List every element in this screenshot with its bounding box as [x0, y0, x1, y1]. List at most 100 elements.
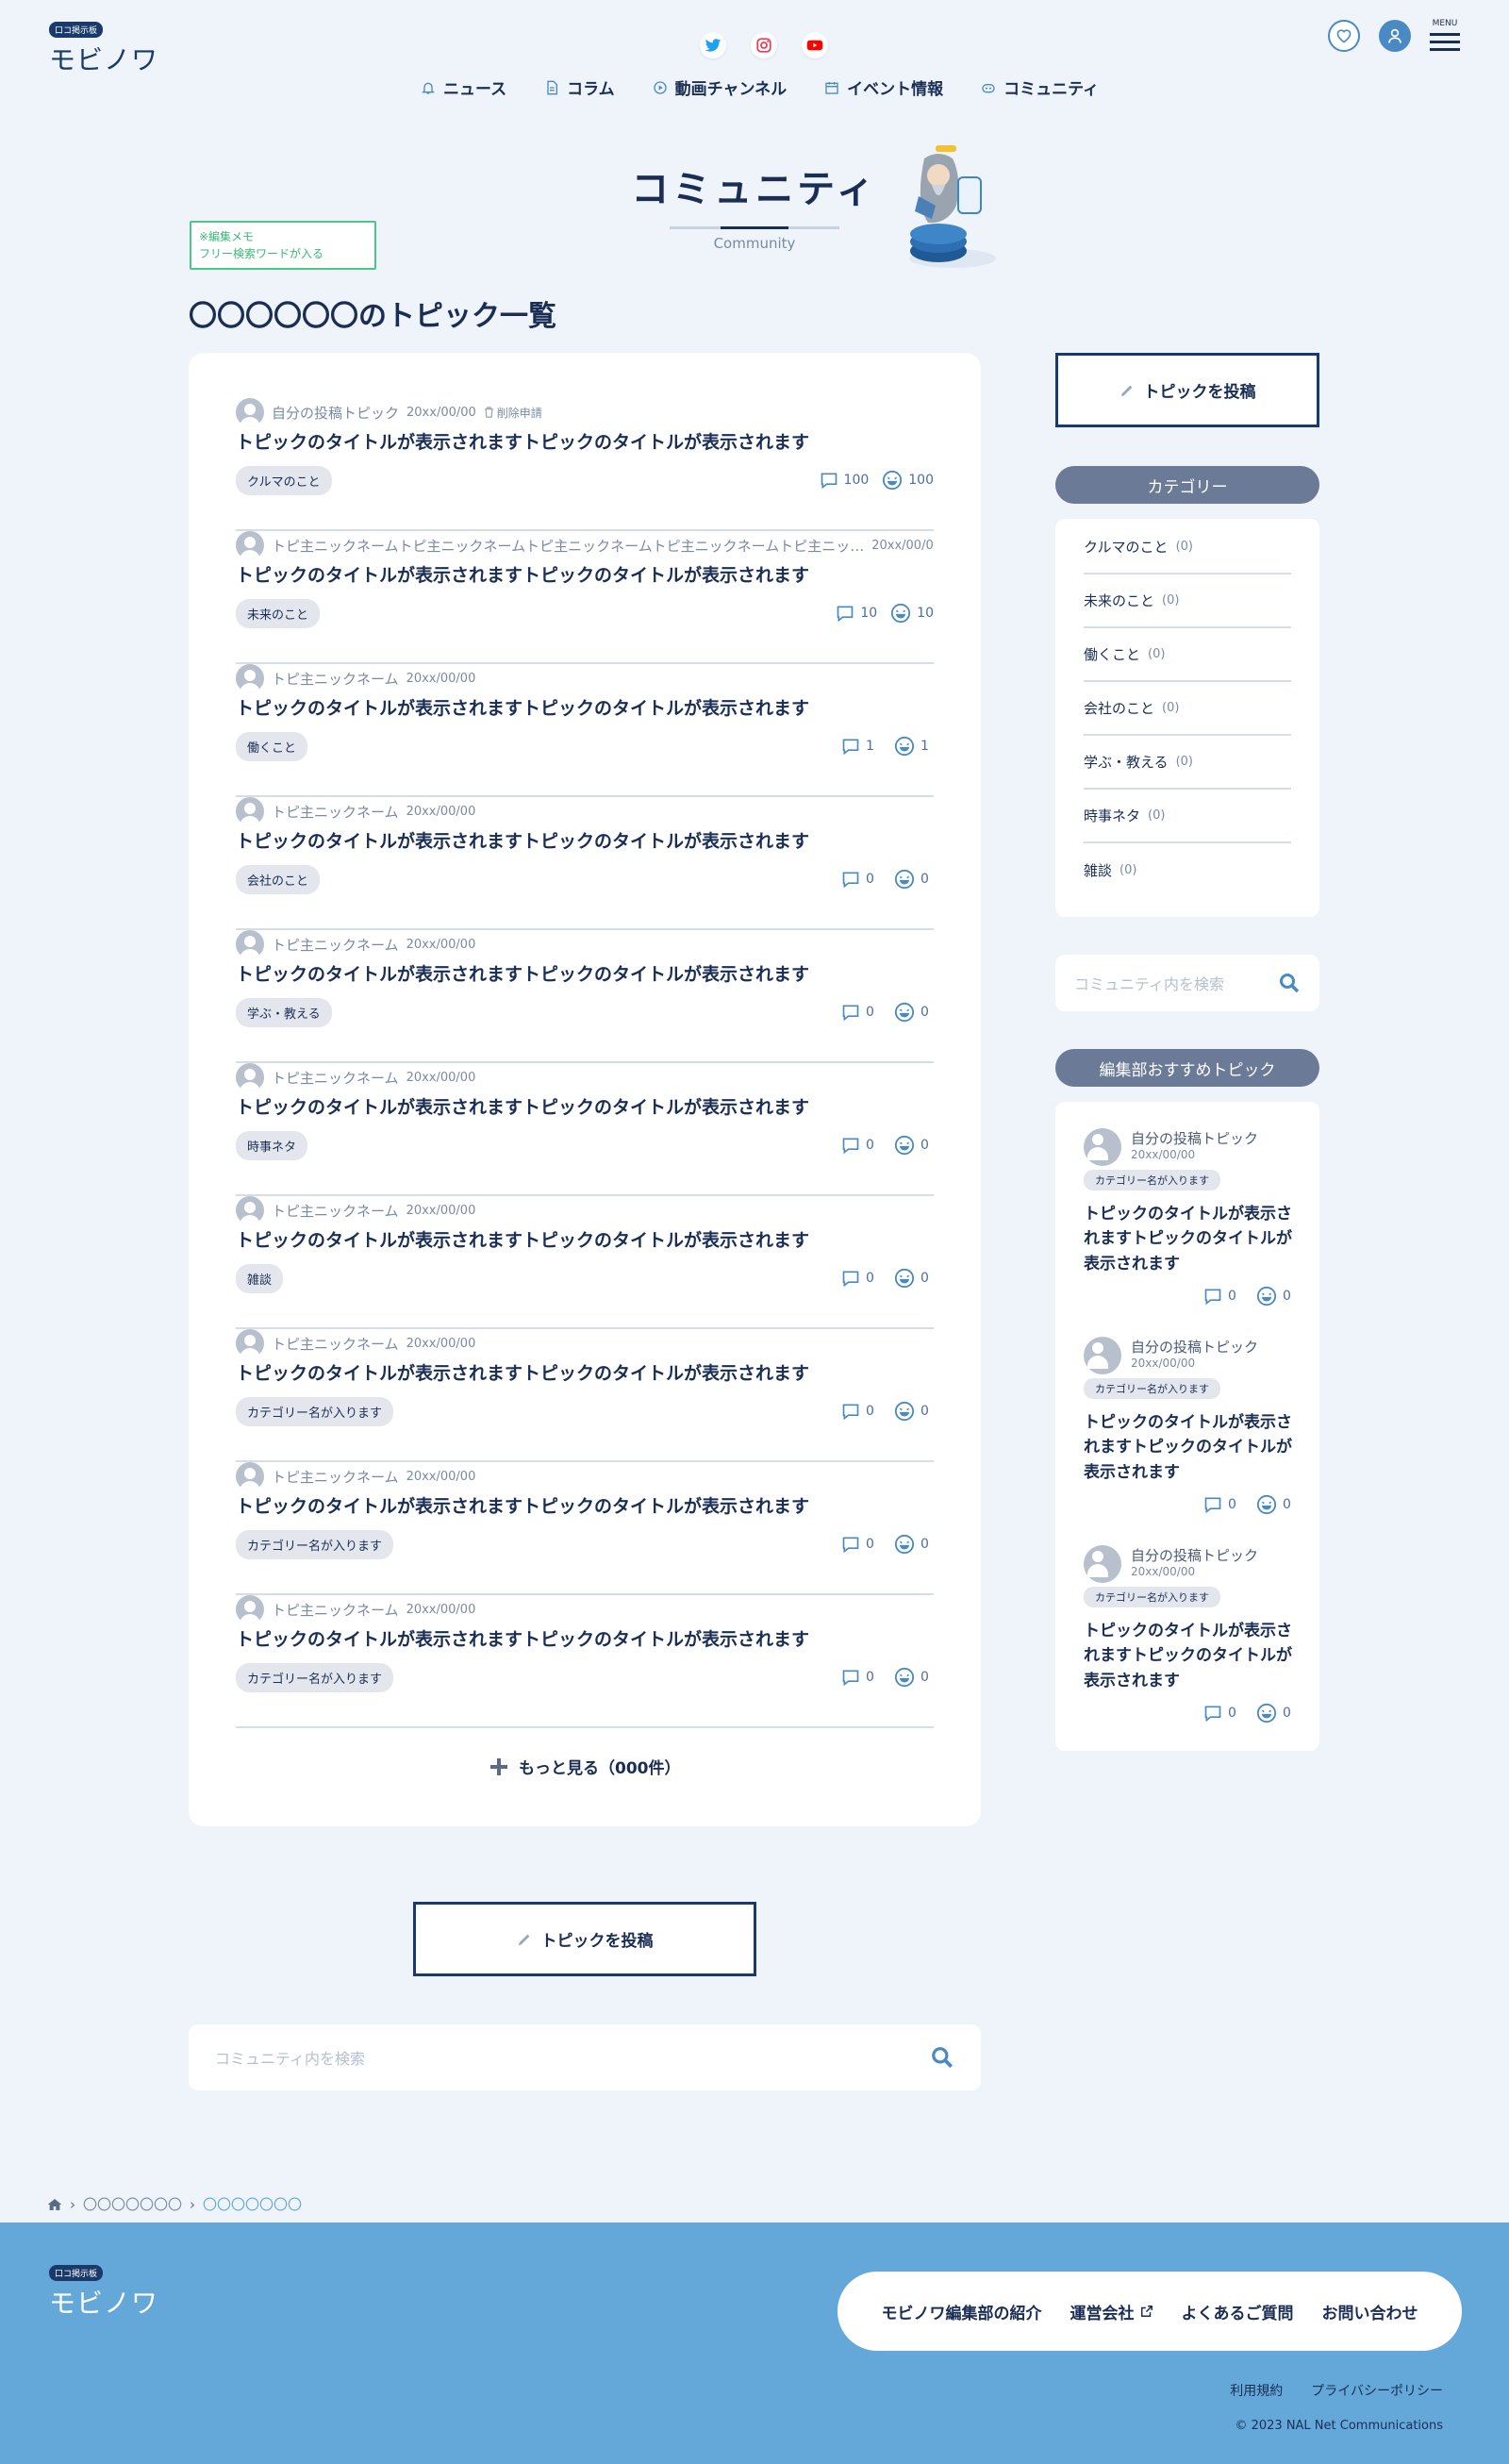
category-item[interactable]: 働くこと (0) — [1084, 628, 1291, 682]
nav-event[interactable]: イベント情報 — [824, 75, 943, 99]
recommend-item[interactable]: 自分の投稿トピック 20xx/00/00 カテゴリー名が入ります トピックのタイ… — [1084, 1337, 1296, 1515]
topic-author[interactable]: トピ主ニックネーム — [272, 935, 399, 955]
topic-title[interactable]: トピックのタイトルが表示されますトピックのタイトルが表示されます — [236, 1226, 809, 1252]
topic-item[interactable]: トピ主ニックネーム 20xx/00/00 トピックのタイトルが表示されますトピッ… — [236, 664, 934, 797]
topic-title[interactable]: トピックのタイトルが表示されますトピックのタイトルが表示されます — [236, 1625, 809, 1651]
comment-icon — [1204, 1706, 1221, 1723]
topic-category[interactable]: 雑談 — [236, 1264, 284, 1293]
topic-item[interactable]: 自分の投稿トピック 20xx/00/00 削除申請 トピックのタイトルが表示され… — [236, 398, 934, 531]
topic-author[interactable]: トピ主ニックネーム — [272, 1467, 399, 1487]
topic-author[interactable]: トピ主ニックネームトピ主ニックネームトピ主ニックネームトピ主ニックネームトピ主ニ… — [272, 536, 864, 556]
category-item[interactable]: 時事ネタ (0) — [1084, 790, 1291, 843]
topic-category[interactable]: 会社のこと — [236, 865, 321, 894]
reaction-count-value: 10 — [917, 606, 934, 621]
recommend-author[interactable]: 自分の投稿トピック — [1131, 1128, 1258, 1148]
breadcrumb-item[interactable]: 〇〇〇〇〇〇〇 — [83, 2194, 182, 2214]
topic-item[interactable]: トピ主ニックネーム 20xx/00/00 トピックのタイトルが表示されますトピッ… — [236, 930, 934, 1063]
nav-column[interactable]: コラム — [544, 75, 615, 99]
site-logo[interactable]: 口コ掲示板 モビノワ — [49, 19, 158, 77]
topic-category[interactable]: クルマのこと — [236, 466, 332, 495]
topic-title[interactable]: トピックのタイトルが表示されますトピックのタイトルが表示されます — [236, 1359, 809, 1385]
topic-author[interactable]: 自分の投稿トピック — [272, 403, 399, 423]
topic-category[interactable]: カテゴリー名が入ります — [236, 1397, 394, 1426]
topic-item[interactable]: トピ主ニックネーム 20xx/00/00 トピックのタイトルが表示されますトピッ… — [236, 797, 934, 930]
topic-author[interactable]: トピ主ニックネーム — [272, 1201, 399, 1221]
recommend-title[interactable]: トピックのタイトルが表示されますトピックのタイトルが表示されます — [1084, 1202, 1296, 1276]
topic-date: 20xx/00/00 — [406, 1336, 476, 1351]
nav-community-label: コミュニティ — [1003, 80, 1100, 99]
account-button[interactable] — [1379, 19, 1411, 52]
recommend-item[interactable]: 自分の投稿トピック 20xx/00/00 カテゴリー名が入ります トピックのタイ… — [1084, 1545, 1296, 1723]
bottom-search[interactable]: コミュニティ内を検索 — [189, 2024, 981, 2090]
reaction-count-value: 0 — [1283, 1706, 1291, 1722]
breadcrumb: › 〇〇〇〇〇〇〇 › 〇〇〇〇〇〇〇 — [47, 2194, 302, 2214]
category-item[interactable]: 雑談 (0) — [1084, 843, 1291, 897]
footer-link-contact[interactable]: お問い合わせ — [1322, 2300, 1418, 2323]
topic-category[interactable]: カテゴリー名が入ります — [236, 1530, 394, 1559]
recommend-item[interactable]: 自分の投稿トピック 20xx/00/00 カテゴリー名が入ります トピックのタイ… — [1084, 1128, 1296, 1307]
category-item[interactable]: 未来のこと (0) — [1084, 574, 1291, 628]
recommend-title[interactable]: トピックのタイトルが表示されますトピックのタイトルが表示されます — [1084, 1619, 1296, 1693]
topic-title[interactable]: トピックのタイトルが表示されますトピックのタイトルが表示されます — [236, 428, 809, 454]
reaction-count: 0 — [894, 1135, 934, 1156]
topic-author[interactable]: トピ主ニックネーム — [272, 1068, 399, 1088]
recommend-category[interactable]: カテゴリー名が入ります — [1084, 1378, 1220, 1399]
topic-item[interactable]: トピ主ニックネーム 20xx/00/00 トピックのタイトルが表示されますトピッ… — [236, 1196, 934, 1329]
topic-category[interactable]: 未来のこと — [236, 599, 321, 628]
nav-news[interactable]: ニュース — [421, 75, 506, 99]
delete-label: 削除申請 — [496, 406, 542, 420]
recommend-title[interactable]: トピックのタイトルが表示されますトピックのタイトルが表示されます — [1084, 1410, 1296, 1485]
more-button[interactable]: もっと見る（000件） — [489, 1755, 681, 1778]
bottom-search-placeholder: コミュニティ内を検索 — [215, 2050, 366, 2068]
topic-title[interactable]: トピックのタイトルが表示されますトピックのタイトルが表示されます — [236, 694, 809, 720]
footer-link-about[interactable]: モビノワ編集部の紹介 — [882, 2300, 1042, 2323]
topic-title[interactable]: トピックのタイトルが表示されますトピックのタイトルが表示されます — [236, 1492, 809, 1518]
topic-item[interactable]: トピ主ニックネーム 20xx/00/00 トピックのタイトルが表示されますトピッ… — [236, 1462, 934, 1595]
comment-count-value: 0 — [866, 1271, 874, 1286]
menu-button[interactable]: MENU — [1430, 19, 1460, 52]
footer-link-privacy[interactable]: プライバシーポリシー — [1311, 2381, 1443, 2400]
post-topic-button[interactable]: トピックを投稿 — [1055, 353, 1319, 427]
nav-community[interactable]: コミュニティ — [981, 75, 1099, 99]
comment-icon — [1204, 1289, 1221, 1306]
category-item[interactable]: 会社のこと (0) — [1084, 682, 1291, 736]
bottom-post-topic-button[interactable]: トピックを投稿 — [413, 1902, 756, 1976]
twitter-icon[interactable] — [700, 32, 726, 58]
avatar-icon — [236, 664, 264, 692]
topic-title[interactable]: トピックのタイトルが表示されますトピックのタイトルが表示されます — [236, 960, 809, 986]
nav-video[interactable]: 動画チャンネル — [653, 75, 787, 99]
instagram-icon[interactable] — [751, 32, 777, 58]
recommend-category[interactable]: カテゴリー名が入ります — [1084, 1587, 1220, 1607]
youtube-icon[interactable] — [802, 32, 828, 58]
topic-author[interactable]: トピ主ニックネーム — [272, 802, 399, 822]
recommend-author[interactable]: 自分の投稿トピック — [1131, 1545, 1258, 1565]
topic-category[interactable]: カテゴリー名が入ります — [236, 1663, 394, 1692]
footer-link-terms[interactable]: 利用規約 — [1230, 2381, 1283, 2400]
topic-author[interactable]: トピ主ニックネーム — [272, 669, 399, 689]
category-item[interactable]: クルマのこと (0) — [1084, 521, 1291, 574]
topic-category[interactable]: 時事ネタ — [236, 1131, 308, 1160]
topic-item[interactable]: トピ主ニックネーム 20xx/00/00 トピックのタイトルが表示されますトピッ… — [236, 1595, 934, 1728]
main-nav: ニュース コラム 動画チャンネル イベント情報 コミュニティ — [421, 75, 1099, 99]
topic-item[interactable]: トピ主ニックネーム 20xx/00/00 トピックのタイトルが表示されますトピッ… — [236, 1329, 934, 1462]
topic-author[interactable]: トピ主ニックネーム — [272, 1334, 399, 1354]
delete-request[interactable]: 削除申請 — [484, 405, 542, 421]
topic-item[interactable]: トピ主ニックネーム 20xx/00/00 トピックのタイトルが表示されますトピッ… — [236, 1063, 934, 1196]
footer-link-faq[interactable]: よくあるご質問 — [1182, 2300, 1294, 2323]
sidebar-search[interactable]: コミュニティ内を検索 — [1055, 955, 1319, 1011]
topic-category[interactable]: 学ぶ・教える — [236, 998, 332, 1027]
comment-count: 0 — [841, 1269, 881, 1288]
topic-title[interactable]: トピックのタイトルが表示されますトピックのタイトルが表示されます — [236, 561, 809, 587]
footer-link-company[interactable]: 運営会社 — [1070, 2300, 1153, 2323]
topic-title[interactable]: トピックのタイトルが表示されますトピックのタイトルが表示されます — [236, 827, 809, 853]
topic-author[interactable]: トピ主ニックネーム — [272, 1600, 399, 1620]
recommend-category[interactable]: カテゴリー名が入ります — [1084, 1170, 1220, 1190]
favorite-button[interactable] — [1328, 19, 1360, 52]
category-item[interactable]: 学ぶ・教える (0) — [1084, 736, 1291, 790]
footer-logo[interactable]: 口コ掲示板 モビノワ — [49, 2262, 158, 2321]
topic-title[interactable]: トピックのタイトルが表示されますトピックのタイトルが表示されます — [236, 1093, 809, 1119]
comment-count: 0 — [1203, 1494, 1243, 1515]
recommend-author[interactable]: 自分の投稿トピック — [1131, 1337, 1258, 1357]
topic-category[interactable]: 働くこと — [236, 732, 308, 761]
topic-item[interactable]: トピ主ニックネームトピ主ニックネームトピ主ニックネームトピ主ニックネームトピ主ニ… — [236, 531, 934, 664]
